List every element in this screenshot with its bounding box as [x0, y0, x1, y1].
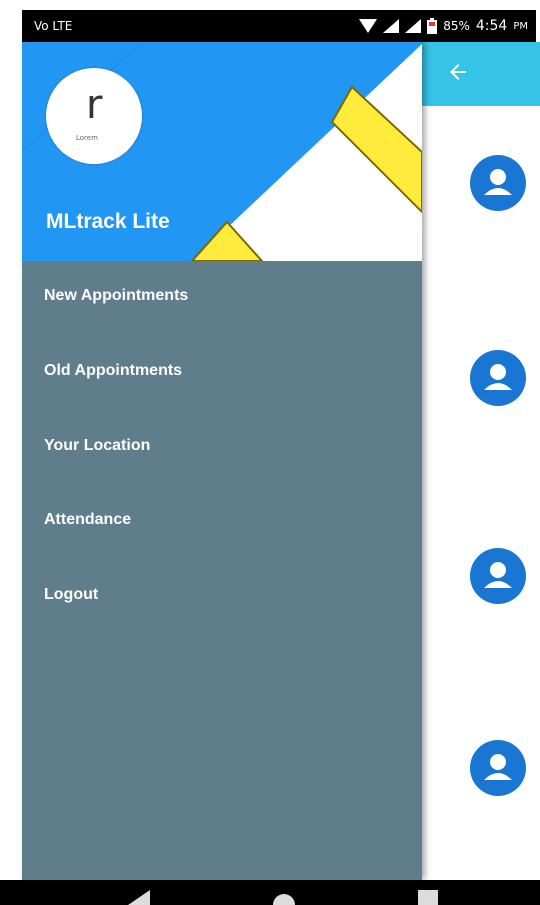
carrier-label: Vo LTE [34, 19, 73, 33]
triangle-back-icon[interactable] [128, 890, 150, 905]
signal-icon [383, 19, 400, 33]
person-icon[interactable] [470, 155, 526, 211]
status-icons: 85% 4:54 PM [359, 18, 528, 34]
app-screen: Vo LTE 85% 4:54 PM r Lorem MLtrack Lite … [0, 0, 540, 905]
menu-item-new-appointments[interactable]: New Appointments [22, 267, 422, 329]
clock-ampm: PM [513, 20, 528, 32]
signal-icon-2 [405, 19, 422, 33]
menu-item-your-location[interactable]: Your Location [22, 417, 422, 479]
menu-item-attendance[interactable]: Attendance [22, 491, 422, 553]
menu-label: Your Location [44, 437, 151, 454]
menu-label: New Appointments [44, 287, 189, 304]
person-icon[interactable] [470, 350, 526, 406]
person-icon[interactable] [470, 548, 526, 604]
clock: 4:54 [475, 18, 508, 34]
logo-letter: r [86, 82, 103, 128]
battery-percent: 85% [443, 19, 470, 33]
wifi-icon [359, 19, 378, 33]
app-bar [422, 42, 540, 106]
navigation-drawer: r Lorem MLtrack Lite New Appointments Ol… [22, 42, 422, 880]
logo-caption: Lorem [76, 134, 98, 142]
menu-item-logout[interactable]: Logout [22, 566, 422, 628]
battery-icon [427, 18, 438, 34]
menu-label: Attendance [44, 511, 132, 528]
app-logo: r Lorem [46, 68, 142, 164]
person-icon[interactable] [470, 740, 526, 796]
device-bezel-left [0, 0, 22, 905]
app-name: MLtrack Lite [46, 210, 170, 233]
menu-label: Logout [44, 586, 99, 603]
drawer-header: r Lorem MLtrack Lite [22, 42, 422, 261]
status-bar: Vo LTE 85% 4:54 PM [22, 10, 536, 42]
circle-home-icon[interactable] [272, 890, 296, 905]
system-nav-bar [0, 880, 540, 905]
square-recent-icon[interactable] [418, 890, 438, 905]
menu-item-old-appointments[interactable]: Old Appointments [22, 342, 422, 404]
arrow-left-icon[interactable] [446, 60, 470, 84]
menu-label: Old Appointments [44, 362, 183, 379]
